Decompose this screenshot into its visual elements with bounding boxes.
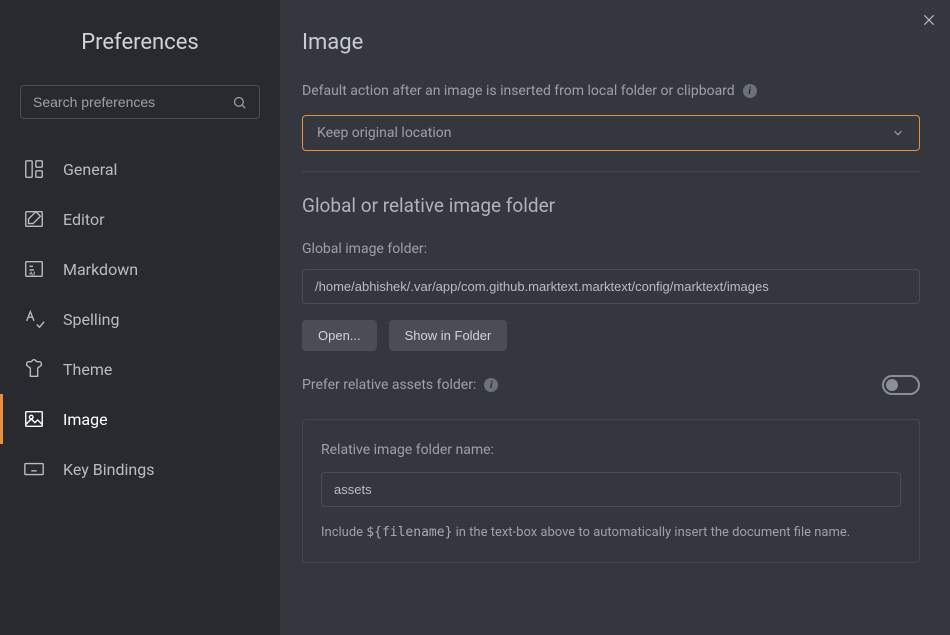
search-box[interactable]: [20, 85, 260, 119]
nav-item-markdown[interactable]: M Markdown: [0, 244, 280, 294]
spelling-icon: [23, 308, 45, 330]
prefer-relative-label: Prefer relative assets folder:: [302, 377, 476, 393]
show-in-folder-button[interactable]: Show in Folder: [389, 320, 508, 351]
prefer-relative-toggle[interactable]: [882, 375, 920, 395]
image-icon: [23, 408, 45, 430]
nav-label: Spelling: [63, 310, 119, 329]
page-heading: Image: [302, 30, 920, 55]
search-icon: [232, 95, 247, 110]
nav-label: Key Bindings: [63, 460, 154, 479]
close-button[interactable]: [922, 12, 936, 31]
nav-item-image[interactable]: Image: [0, 394, 280, 444]
nav-item-spelling[interactable]: Spelling: [0, 294, 280, 344]
info-icon[interactable]: i: [743, 84, 757, 98]
info-icon[interactable]: i: [484, 378, 498, 392]
nav-label: Image: [63, 410, 108, 429]
search-input[interactable]: [33, 94, 232, 110]
default-action-label: Default action after an image is inserte…: [302, 83, 735, 99]
relative-name-hint: Include ${filename} in the text-box abov…: [321, 525, 901, 540]
divider: [302, 171, 920, 172]
main-panel: Image Default action after an image is i…: [280, 0, 950, 635]
nav-label: Editor: [63, 210, 104, 229]
nav-item-editor[interactable]: Editor: [0, 194, 280, 244]
nav-item-general[interactable]: General: [0, 144, 280, 194]
default-action-select[interactable]: Keep original location: [302, 115, 920, 151]
relative-name-label: Relative image folder name:: [321, 442, 901, 458]
svg-text:M: M: [30, 271, 35, 277]
editor-icon: [23, 208, 45, 230]
section-title: Global or relative image folder: [302, 194, 920, 217]
markdown-icon: M: [23, 258, 45, 280]
global-folder-label: Global image folder:: [302, 241, 920, 257]
nav: General Editor M Markdown Spelling Theme…: [0, 144, 280, 494]
nav-item-theme[interactable]: Theme: [0, 344, 280, 394]
relative-folder-panel: Relative image folder name: Include ${fi…: [302, 419, 920, 563]
nav-label: Theme: [63, 360, 112, 379]
nav-label: General: [63, 160, 117, 179]
sidebar: Preferences General Editor M Markdown Sp…: [0, 0, 280, 635]
close-icon: [922, 13, 936, 27]
keyboard-icon: [23, 458, 45, 480]
nav-item-keybindings[interactable]: Key Bindings: [0, 444, 280, 494]
select-value: Keep original location: [317, 125, 451, 141]
nav-label: Markdown: [63, 260, 138, 279]
general-icon: [23, 158, 45, 180]
relative-name-input[interactable]: [321, 472, 901, 507]
global-folder-input[interactable]: [302, 269, 920, 304]
chevron-down-icon: [891, 126, 905, 140]
window-title: Preferences: [0, 30, 280, 55]
theme-icon: [23, 358, 45, 380]
open-button[interactable]: Open...: [302, 320, 377, 351]
